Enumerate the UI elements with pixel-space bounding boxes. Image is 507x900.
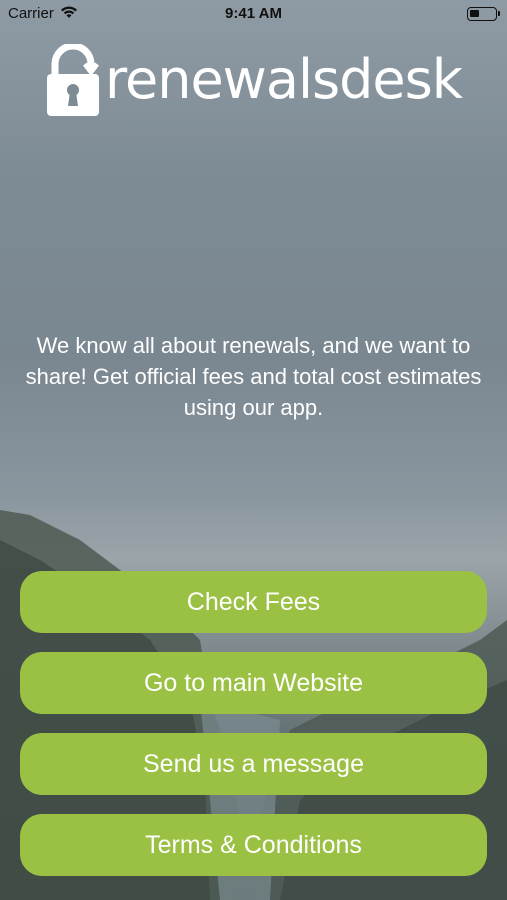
check-fees-button[interactable]: Check Fees xyxy=(20,571,487,633)
tagline-text: We know all about renewals, and we want … xyxy=(25,333,482,420)
status-time: 9:41 AM xyxy=(225,5,282,22)
app-logo: renewalsdesk xyxy=(45,44,465,118)
send-message-button[interactable]: Send us a message xyxy=(20,733,487,795)
terms-conditions-button[interactable]: Terms & Conditions xyxy=(20,814,487,876)
logo-wordmark: renewalsdesk xyxy=(105,48,463,111)
main-website-button[interactable]: Go to main Website xyxy=(20,652,487,714)
battery-icon xyxy=(467,7,500,21)
padlock-icon xyxy=(47,44,99,116)
status-bar: Carrier 9:41 AM xyxy=(0,0,507,28)
